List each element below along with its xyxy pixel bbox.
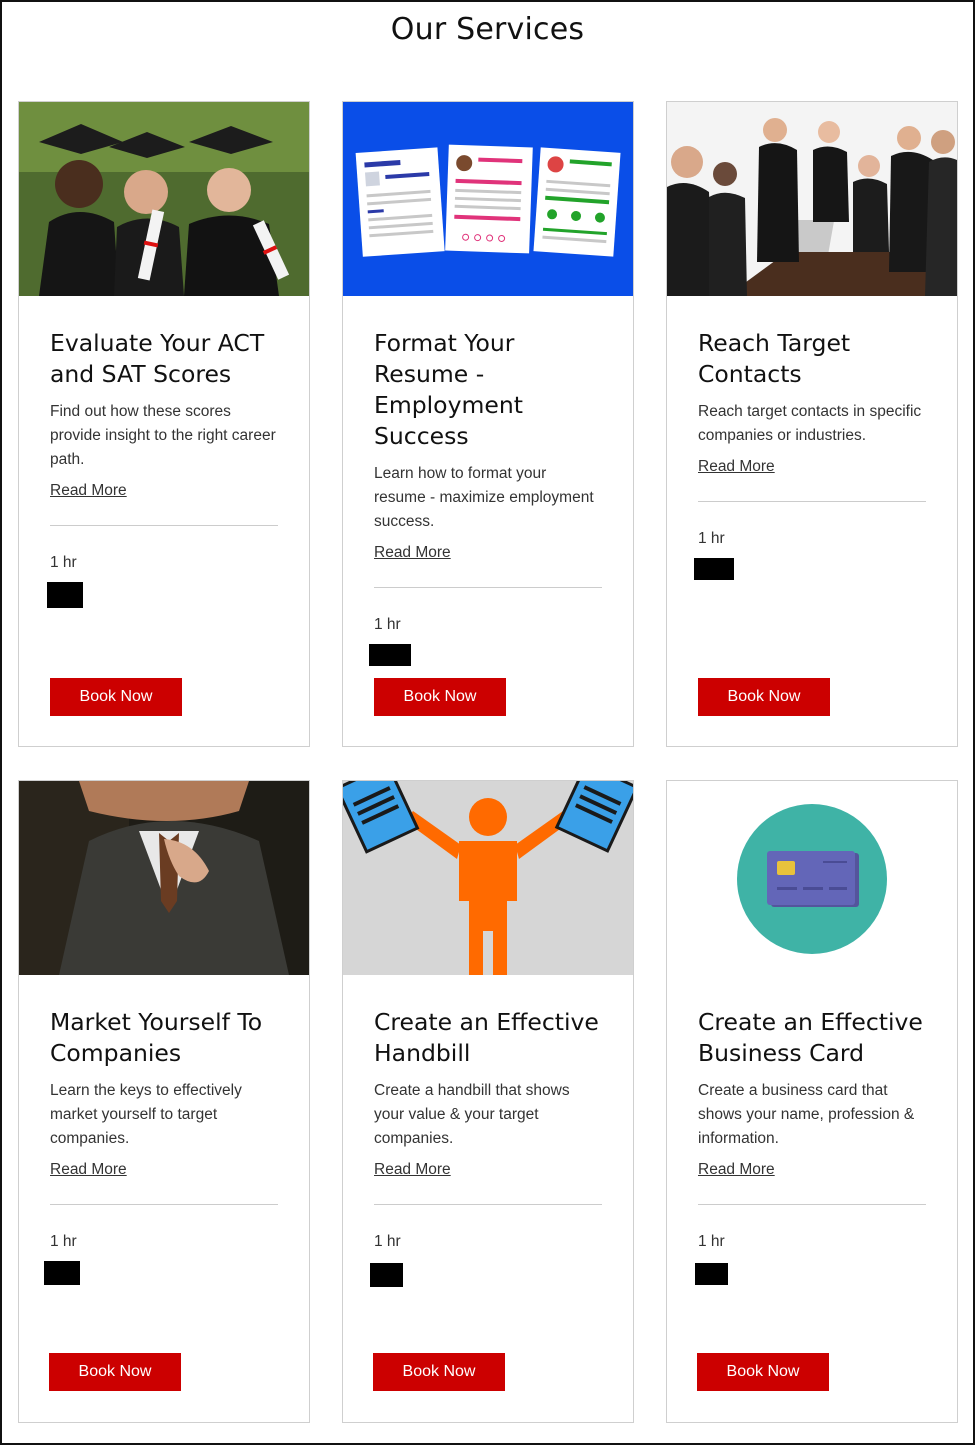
person-with-documents-illustration [343, 781, 633, 975]
card-body: Create an Effective Handbill Create a ha… [370, 1007, 602, 1287]
book-now-button[interactable]: Book Now [50, 678, 182, 716]
service-title: Market Yourself To Companies [50, 1008, 263, 1067]
card-body: Create an Effective Business Card Create… [695, 1007, 926, 1285]
price-redaction [370, 1263, 403, 1287]
service-description: Learn how to format your resume - maximi… [374, 465, 594, 530]
read-more-link[interactable]: Read More [50, 1161, 127, 1179]
book-now-button[interactable]: Book Now [698, 678, 830, 716]
page-title: Our Services [390, 12, 585, 47]
service-description: Learn the keys to effectively market you… [50, 1082, 242, 1147]
price-redaction [694, 558, 734, 580]
card-divider [50, 1204, 278, 1205]
service-duration: 1 hr [50, 554, 77, 571]
business-meeting-photo [667, 102, 957, 296]
man-in-suit-photo [19, 781, 309, 975]
service-description: Find out how these scores provide insigh… [50, 403, 276, 468]
service-title: Create an Effective Handbill [374, 1008, 599, 1067]
book-now-button[interactable]: Book Now [373, 1353, 505, 1391]
service-title: Create an Effective Business Card [698, 1008, 923, 1067]
service-description: Create a handbill that shows your value … [374, 1082, 570, 1147]
card-body: Evaluate Your ACT and SAT Scores Find ou… [47, 328, 278, 608]
service-card-act-sat: Evaluate Your ACT and SAT Scores Find ou… [18, 101, 310, 747]
price-redaction [44, 1261, 80, 1285]
service-title: Format Your Resume - Employment Success [374, 329, 523, 450]
service-duration: 1 hr [698, 530, 725, 547]
book-now-button[interactable]: Book Now [49, 1353, 181, 1391]
resume-illustration [343, 102, 633, 296]
service-description: Create a business card that shows your n… [698, 1082, 915, 1147]
card-body: Market Yourself To Companies Learn the k… [44, 1007, 278, 1285]
card-divider [374, 587, 602, 588]
service-card-market-yourself: Market Yourself To Companies Learn the k… [18, 780, 310, 1423]
service-duration: 1 hr [374, 616, 401, 633]
card-divider [698, 501, 926, 502]
service-card-contacts: Reach Target Contacts Reach target conta… [666, 101, 958, 747]
read-more-link[interactable]: Read More [374, 544, 451, 562]
service-duration: 1 hr [698, 1233, 725, 1250]
service-title: Evaluate Your ACT and SAT Scores [50, 329, 265, 388]
service-card-handbill: Create an Effective Handbill Create a ha… [342, 780, 634, 1423]
price-redaction [695, 1263, 728, 1285]
read-more-link[interactable]: Read More [698, 458, 775, 476]
card-body: Format Your Resume - Employment Success … [369, 328, 602, 666]
service-duration: 1 hr [50, 1233, 77, 1250]
card-body: Reach Target Contacts Reach target conta… [694, 328, 926, 580]
read-more-link[interactable]: Read More [374, 1161, 451, 1179]
service-description: Reach target contacts in specific compan… [698, 403, 922, 444]
book-now-button[interactable]: Book Now [697, 1353, 829, 1391]
graduates-photo [19, 102, 309, 296]
read-more-link[interactable]: Read More [698, 1161, 775, 1179]
page-frame: Our Services Evaluate Your ACT and SAT S… [0, 0, 975, 1445]
card-divider [374, 1204, 602, 1205]
book-now-button[interactable]: Book Now [374, 678, 506, 716]
service-duration: 1 hr [374, 1233, 401, 1250]
service-title: Reach Target Contacts [698, 329, 851, 388]
card-divider [698, 1204, 926, 1205]
read-more-link[interactable]: Read More [50, 482, 127, 500]
service-card-resume: Format Your Resume - Employment Success … [342, 101, 634, 747]
service-card-business-card: Create an Effective Business Card Create… [666, 780, 958, 1423]
price-redaction [47, 582, 83, 608]
card-divider [50, 525, 278, 526]
credit-card-icon [667, 781, 957, 975]
price-redaction [369, 644, 411, 666]
